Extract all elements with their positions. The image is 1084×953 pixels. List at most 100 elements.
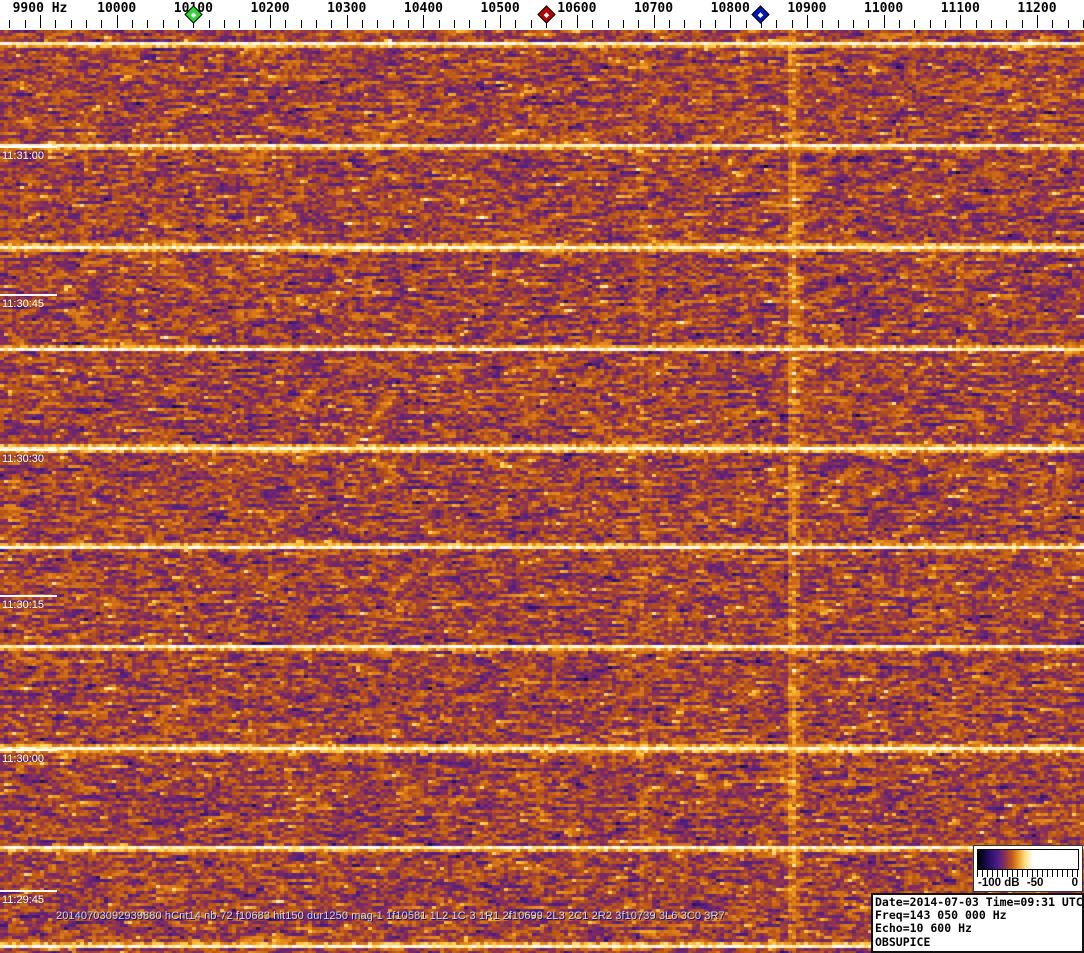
freq-axis-tick: [208, 20, 210, 28]
freq-axis-tick: [24, 20, 26, 28]
freq-axis-tick: [270, 15, 272, 28]
info-echo: Echo=10 600 Hz: [875, 921, 972, 936]
time-tick: [0, 146, 57, 148]
time-tick: [0, 449, 57, 451]
frequency-axis: 9900 Hz100001010010200103001040010500106…: [0, 0, 1084, 30]
colorbar-gradient: [977, 849, 1079, 870]
freq-axis-tick: [162, 20, 164, 28]
freq-axis-label: 10300: [327, 1, 367, 16]
freq-axis-tick: [1006, 20, 1008, 28]
time-label: 11:31:00: [2, 150, 45, 162]
freq-axis-label: 10700: [633, 1, 674, 16]
freq-axis-label: 9900 Hz: [12, 1, 68, 16]
observation-info-box: Date=2014-07-03 Time=09:31 UTC Freq=143 …: [871, 893, 1084, 953]
freq-axis-tick: [730, 15, 732, 28]
freq-axis-tick: [822, 20, 824, 28]
freq-axis-tick: [239, 20, 241, 28]
freq-axis-tick: [990, 20, 992, 28]
freq-axis-tick: [132, 20, 134, 28]
spectrogram-canvas: [0, 30, 1084, 953]
freq-axis-tick: [960, 15, 962, 28]
freq-axis-tick: [346, 15, 348, 28]
freq-axis-tick: [438, 20, 440, 28]
freq-axis-label: 10000: [97, 1, 137, 16]
freq-axis-label: 11100: [940, 1, 980, 16]
marker-diamond-blue[interactable]: [751, 5, 771, 24]
freq-axis-tick: [500, 15, 502, 28]
freq-axis-tick: [9, 20, 11, 28]
freq-axis-tick: [653, 15, 655, 28]
freq-axis-tick: [224, 20, 226, 28]
freq-axis-label: 10400: [403, 1, 444, 16]
freq-axis-tick: [86, 20, 87, 28]
freq-axis-tick: [484, 20, 486, 28]
freq-axis-tick: [331, 20, 333, 28]
freq-axis-label: 10600: [557, 1, 597, 16]
freq-axis-tick: [622, 20, 624, 28]
freq-axis-tick: [561, 20, 563, 28]
marker-center-dot: [543, 11, 549, 18]
freq-axis-tick: [607, 20, 609, 28]
freq-axis-tick: [408, 20, 410, 28]
colorbar-label-min: -100 dB: [978, 877, 1020, 889]
time-label: 11:30:15: [2, 599, 45, 611]
freq-axis-label: 10800: [710, 1, 750, 16]
freq-axis-tick: [55, 20, 57, 28]
spectrogram-app: 9900 Hz100001010010200103001040010500106…: [0, 0, 1084, 953]
freq-axis-tick: [254, 20, 256, 28]
freq-axis-tick: [944, 20, 946, 28]
freq-axis-tick: [868, 20, 870, 28]
time-label: 11:30:30: [2, 453, 45, 465]
freq-axis-tick: [1021, 20, 1023, 28]
freq-axis-label: 10200: [250, 1, 290, 16]
freq-axis-tick: [806, 15, 808, 28]
freq-axis-tick: [929, 20, 931, 28]
colorbar-ticks: [977, 870, 1079, 877]
freq-axis-tick: [1036, 15, 1038, 28]
freq-axis-label: 10900: [787, 1, 827, 16]
freq-axis-tick: [530, 20, 532, 28]
freq-axis-tick: [116, 15, 118, 28]
freq-axis-tick: [515, 20, 517, 28]
freq-axis-tick: [469, 20, 471, 28]
intensity-colorbar: -100 dB -50 0: [973, 845, 1083, 892]
info-observatory: OBSUPICE: [875, 934, 931, 949]
freq-axis-tick: [377, 20, 379, 28]
freq-axis-tick: [684, 20, 686, 28]
freq-axis-tick: [576, 15, 578, 28]
time-label: 11:30:45: [2, 298, 45, 310]
freq-axis-tick: [883, 15, 885, 28]
marker-center-dot: [758, 11, 764, 18]
freq-axis-tick: [1067, 20, 1069, 28]
freq-axis-tick: [285, 20, 287, 28]
freq-axis-label: 10500: [480, 1, 520, 16]
time-tick: [0, 294, 57, 296]
freq-axis-tick: [101, 20, 103, 28]
freq-axis-tick: [423, 15, 425, 28]
freq-axis-tick: [668, 20, 670, 28]
colorbar-labels: -100 dB -50 0: [977, 877, 1079, 891]
freq-axis-tick: [714, 20, 716, 28]
freq-axis-tick: [852, 20, 854, 28]
freq-axis-label: 11000: [864, 1, 904, 16]
freq-axis-tick: [776, 20, 778, 28]
freq-axis-tick: [178, 20, 180, 28]
freq-axis-label: 11200: [1017, 1, 1057, 16]
freq-axis-tick: [898, 20, 900, 28]
freq-axis-tick: [791, 20, 793, 28]
freq-axis-tick: [454, 20, 456, 28]
freq-axis-tick: [316, 20, 318, 28]
freq-axis-tick: [914, 20, 916, 28]
freq-axis-tick: [392, 20, 394, 28]
freq-axis-tick: [40, 15, 41, 28]
time-tick: [0, 749, 57, 751]
freq-axis-tick: [837, 20, 839, 28]
freq-axis-tick: [362, 20, 364, 28]
detection-annotation-text: 20140703092939880 hCnt14 nb-72 f10683 hi…: [56, 910, 725, 922]
marker-diamond-red[interactable]: [536, 5, 556, 24]
time-tick: [0, 595, 57, 597]
freq-axis-tick: [745, 20, 747, 28]
freq-axis-tick: [975, 20, 977, 28]
time-tick: [0, 890, 57, 892]
freq-axis-tick: [70, 20, 72, 28]
